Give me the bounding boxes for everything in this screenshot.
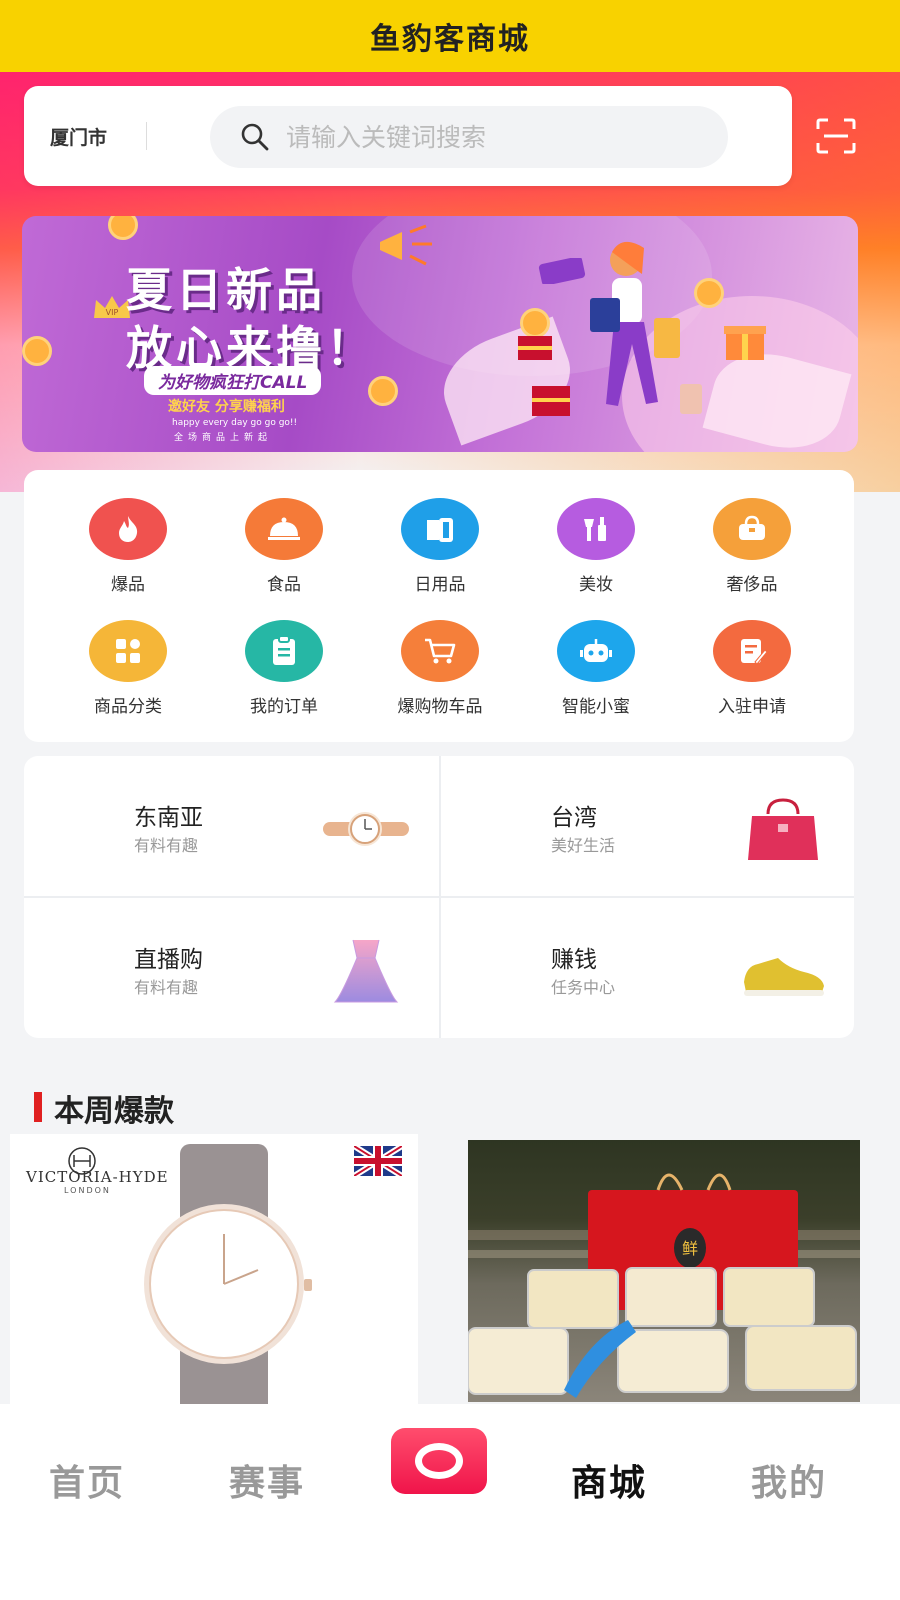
uk-flag-icon bbox=[354, 1146, 402, 1176]
watch-photo bbox=[144, 1144, 312, 1414]
grid-icon bbox=[89, 620, 167, 682]
fire-icon bbox=[89, 498, 167, 560]
cart-icon bbox=[401, 620, 479, 682]
gift-icon bbox=[724, 326, 766, 360]
banner-small-text: happy every day go go go!! bbox=[172, 418, 298, 428]
category-label: 食品 bbox=[267, 575, 301, 595]
scan-icon[interactable] bbox=[816, 118, 856, 154]
nav-mall[interactable]: 商城 bbox=[534, 1454, 684, 1506]
sneaker-icon bbox=[744, 958, 824, 996]
handbag-icon bbox=[713, 498, 791, 560]
form-icon bbox=[713, 620, 791, 682]
category-label: 我的订单 bbox=[250, 697, 318, 717]
food-cover-icon bbox=[245, 498, 323, 560]
category-food[interactable]: 食品 bbox=[214, 498, 354, 595]
category-luxury[interactable]: 奢侈品 bbox=[682, 498, 822, 595]
category-label: 入驻申请 bbox=[718, 697, 786, 717]
category-daily[interactable]: 日用品 bbox=[370, 498, 510, 595]
category-assistant[interactable]: 智能小蜜 bbox=[526, 620, 666, 717]
promo-banner[interactable]: VIP 夏日新品 放心来撸！ 为好物疯狂打CALL 邀好友 分享赚福利 happ… bbox=[22, 216, 858, 452]
watch-icon bbox=[323, 812, 409, 846]
coin-icon bbox=[108, 216, 138, 240]
title-bar: 鱼豹客商城 bbox=[0, 0, 900, 72]
tile-live-shopping[interactable]: 直播购 有料有趣 bbox=[24, 898, 439, 1038]
svg-text:鲜: 鲜 bbox=[682, 1239, 698, 1258]
tile-southeast-asia[interactable]: 东南亚 有料有趣 bbox=[24, 756, 439, 896]
category-my-orders[interactable]: 我的订单 bbox=[214, 620, 354, 717]
section-title: 本周爆款 bbox=[54, 1094, 174, 1129]
nav-events[interactable]: 赛事 bbox=[192, 1454, 342, 1506]
category-label: 智能小蜜 bbox=[562, 697, 630, 717]
bottom-nav: 首页 赛事 商城 我的 bbox=[0, 1404, 900, 1600]
product-card[interactable]: VICTORIA-HYDE LONDON bbox=[10, 1134, 418, 1414]
category-apply[interactable]: 入驻申请 bbox=[682, 620, 822, 717]
nav-mine[interactable]: 我的 bbox=[714, 1454, 864, 1506]
category-label: 爆品 bbox=[111, 575, 145, 595]
search-card: 厦门市 bbox=[24, 86, 792, 186]
dress-icon bbox=[333, 939, 399, 1003]
nav-home[interactable]: 首页 bbox=[12, 1454, 162, 1506]
brand-subtitle: LONDON bbox=[64, 1186, 111, 1195]
search-box[interactable] bbox=[210, 106, 728, 168]
tile-earn-money[interactable]: 赚钱 任务中心 bbox=[441, 898, 854, 1038]
search-icon bbox=[241, 123, 269, 151]
tile-title: 直播购 bbox=[134, 947, 203, 973]
category-classification[interactable]: 商品分类 bbox=[58, 620, 198, 717]
category-hot[interactable]: 爆品 bbox=[58, 498, 198, 595]
section-accent bbox=[34, 1092, 42, 1122]
product-card[interactable]: 鲜 bbox=[468, 1140, 860, 1402]
tile-title: 台湾 bbox=[551, 805, 597, 831]
category-label: 商品分类 bbox=[94, 697, 162, 717]
banner-headline: 夏日新品 bbox=[126, 263, 326, 317]
ring-icon bbox=[415, 1443, 463, 1479]
page-title: 鱼豹客商城 bbox=[370, 22, 530, 57]
tile-title: 赚钱 bbox=[551, 947, 597, 973]
svg-text:VIP: VIP bbox=[106, 308, 119, 317]
tile-subtitle: 有料有趣 bbox=[134, 836, 199, 855]
divider bbox=[146, 122, 147, 150]
megaphone-icon bbox=[380, 224, 432, 266]
banner-subtitle: 邀好友 分享赚福利 bbox=[168, 399, 285, 415]
category-label: 日用品 bbox=[414, 575, 466, 595]
tile-taiwan[interactable]: 台湾 美好生活 bbox=[441, 756, 854, 896]
card-icon bbox=[538, 258, 586, 284]
gift-icon bbox=[518, 336, 570, 416]
tile-subtitle: 有料有趣 bbox=[134, 978, 199, 997]
tissue-icon bbox=[401, 498, 479, 560]
tile-title: 东南亚 bbox=[134, 805, 203, 831]
category-label: 美妆 bbox=[579, 575, 613, 595]
clipboard-icon bbox=[245, 620, 323, 682]
search-input[interactable] bbox=[284, 121, 688, 153]
handbag-icon bbox=[748, 798, 818, 860]
category-cart[interactable]: 爆购物车品 bbox=[370, 620, 510, 717]
banner-small-text: 全场商品上新起 bbox=[174, 433, 273, 443]
category-label: 奢侈品 bbox=[726, 575, 778, 595]
tile-subtitle: 美好生活 bbox=[551, 836, 616, 855]
coin-icon bbox=[22, 336, 52, 366]
bird-nest-photo: 鲜 bbox=[468, 1173, 860, 1398]
coin-icon bbox=[368, 376, 398, 406]
category-label: 爆购物车品 bbox=[397, 697, 483, 717]
tile-subtitle: 任务中心 bbox=[551, 978, 616, 997]
nav-center-button[interactable] bbox=[391, 1428, 487, 1494]
feature-tiles: 东南亚 有料有趣 台湾 美好生活 直播购 有料有趣 赚钱 任务中心 bbox=[24, 756, 854, 1038]
category-grid: 爆品 食品 日用品 美妆 奢侈品 商品分类 我的订单 爆购物车品 智能小蜜 入驻… bbox=[24, 470, 854, 742]
robot-icon bbox=[557, 620, 635, 682]
cosmetics-icon bbox=[557, 498, 635, 560]
category-beauty[interactable]: 美妆 bbox=[526, 498, 666, 595]
city-selector[interactable]: 厦门市 bbox=[50, 86, 107, 186]
banner-tag: 为好物疯狂打CALL bbox=[144, 366, 322, 395]
